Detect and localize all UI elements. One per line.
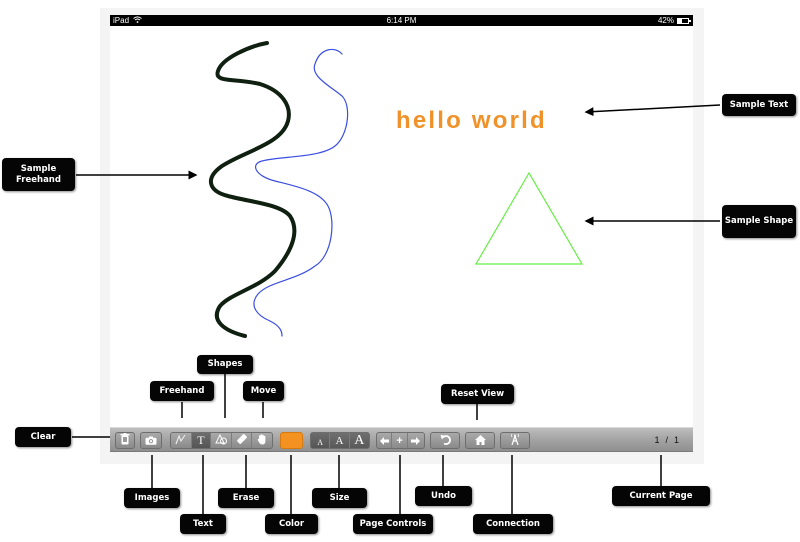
size-medium-button[interactable]: A <box>330 433 350 448</box>
size-small-glyph: A <box>317 437 324 447</box>
text-t-icon: T <box>197 433 205 447</box>
sample-text: hello world <box>396 107 547 134</box>
connection-button[interactable] <box>500 432 530 449</box>
clear-button[interactable] <box>115 432 135 449</box>
tool-selector: T <box>170 432 273 449</box>
size-medium-glyph: A <box>335 435 344 447</box>
freehand-stroke-thick <box>209 41 297 338</box>
callout-erase: Erase <box>218 488 274 508</box>
size-selector: A A A <box>310 432 370 449</box>
move-tool-button[interactable] <box>252 433 272 448</box>
callout-sample-freehand: Sample Freehand <box>2 158 75 191</box>
bottom-toolbar: T A A A + 1 / 1 <box>110 427 693 452</box>
home-icon <box>474 432 486 450</box>
callout-size: Size <box>312 488 367 508</box>
page-controls: + <box>376 432 425 449</box>
callout-reset-view: Reset View <box>441 384 514 404</box>
erase-tool-button[interactable] <box>232 433 253 448</box>
callout-page-controls: Page Controls <box>353 514 433 534</box>
callout-shapes: Shapes <box>197 355 253 374</box>
total-pages: 1 <box>673 435 679 445</box>
callout-connection: Connection <box>473 514 553 534</box>
shapes-tool-button[interactable] <box>211 433 232 448</box>
arrow-left-icon <box>379 433 389 448</box>
hand-icon <box>257 433 268 448</box>
color-picker-button[interactable] <box>280 432 303 449</box>
reset-view-button[interactable] <box>465 432 495 449</box>
callout-clear: Clear <box>15 427 71 447</box>
battery-percent: 42% <box>657 16 674 25</box>
callout-undo: Undo <box>415 486 472 506</box>
images-button[interactable] <box>140 432 162 449</box>
callout-sample-shape: Sample Shape <box>722 205 796 238</box>
current-page-indicator: 1 / 1 <box>654 428 679 453</box>
callout-sample-text: Sample Text <box>722 94 796 116</box>
arrow-right-icon <box>411 433 421 448</box>
current-page-number: 1 <box>654 435 660 445</box>
eraser-icon <box>236 433 248 448</box>
page-separator: / <box>665 435 668 445</box>
callout-move: Move <box>243 381 284 401</box>
size-large-glyph: A <box>354 432 365 448</box>
callout-freehand: Freehand <box>150 381 214 401</box>
freehand-stroke-thin <box>253 48 349 337</box>
size-large-button[interactable]: A <box>350 433 369 448</box>
antenna-icon <box>510 432 520 450</box>
add-page-button[interactable]: + <box>392 433 408 448</box>
size-small-button[interactable]: A <box>311 433 331 448</box>
callout-text: Text <box>180 514 226 534</box>
callout-color: Color <box>265 514 318 534</box>
status-bar: iPad 6:14 PM 42% <box>110 15 693 26</box>
trash-icon <box>120 432 130 450</box>
sample-triangle-shape <box>474 171 584 265</box>
battery-icon <box>677 17 691 24</box>
clock: 6:14 PM <box>386 16 417 25</box>
shapes-icon <box>214 433 228 448</box>
freehand-tool-button[interactable] <box>171 433 192 448</box>
freehand-squiggle-icon <box>175 433 186 448</box>
callout-images: Images <box>124 488 180 508</box>
camera-icon <box>145 432 157 450</box>
undo-icon <box>440 432 451 450</box>
next-page-button[interactable] <box>408 433 424 448</box>
callout-current-page: Current Page <box>612 486 710 506</box>
previous-page-button[interactable] <box>377 433 393 448</box>
undo-button[interactable] <box>430 432 460 449</box>
plus-icon: + <box>396 434 403 447</box>
text-tool-button[interactable]: T <box>191 433 212 448</box>
